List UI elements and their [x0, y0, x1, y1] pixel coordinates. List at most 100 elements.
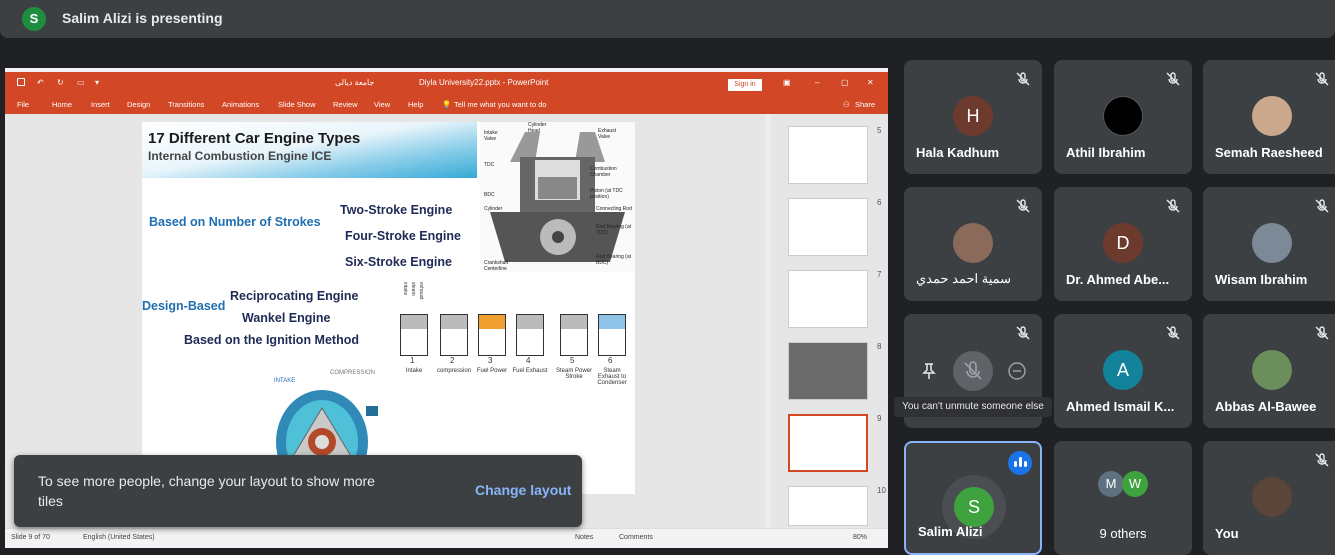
- mic-off-icon: [1315, 453, 1329, 467]
- stroke-number: 3: [488, 356, 493, 365]
- engine-label: TDC: [484, 162, 495, 168]
- slide-subtitle: Internal Combustion Engine ICE: [148, 149, 332, 163]
- six-stroke-diagram: intake steam exhaust 1 2 3 4 5 6 Intake …: [392, 280, 632, 390]
- participant-name: Athil Ibrahim: [1066, 145, 1146, 160]
- engine-label: Rod Bearing (at TDC): [596, 224, 632, 236]
- engine-label: Combustion Chamber: [590, 166, 617, 178]
- mic-off-icon: [1315, 72, 1329, 86]
- change-layout-button[interactable]: Change layout: [475, 482, 571, 498]
- save-icon[interactable]: [17, 78, 25, 86]
- status-bar: Slide 9 of 70 English (United States) No…: [5, 528, 888, 548]
- avatar: S: [954, 487, 994, 527]
- slide-thumbnails: 5 6 7 8 9 10: [771, 114, 888, 528]
- lightbulb-icon: 💡: [442, 100, 452, 109]
- participant-tile[interactable]: A Ahmed Ismail K...: [1054, 314, 1192, 428]
- pin-icon[interactable]: [916, 358, 942, 384]
- cylinder: [516, 314, 544, 356]
- mic-off-icon: [1016, 199, 1030, 213]
- participant-name: Semah Raesheed: [1215, 145, 1323, 160]
- cylinder: [598, 314, 626, 356]
- avatar: M: [1098, 471, 1124, 497]
- six-stroke-label: Six-Stroke Engine: [345, 255, 452, 269]
- participant-tile[interactable]: Athil Ibrahim: [1054, 60, 1192, 174]
- tab-review[interactable]: Review: [333, 100, 358, 109]
- slide-thumbnail-selected[interactable]: [788, 414, 868, 472]
- mic-off-icon: [1315, 326, 1329, 340]
- maximize-icon[interactable]: ▢: [841, 78, 849, 87]
- mute-participant-button[interactable]: [953, 351, 993, 391]
- participant-name: You: [1215, 526, 1239, 541]
- participant-tile[interactable]: H Hala Kadhum: [904, 60, 1042, 174]
- avatar: H: [953, 96, 993, 136]
- redo-icon[interactable]: ↻: [57, 78, 64, 87]
- two-stroke-label: Two-Stroke Engine: [340, 203, 453, 217]
- notes-button[interactable]: Notes: [575, 534, 593, 541]
- thumbnail-number: 9: [877, 414, 882, 423]
- participant-tile[interactable]: سمية احمد حمدي: [904, 187, 1042, 301]
- tab-insert[interactable]: Insert: [91, 100, 110, 109]
- tab-file[interactable]: File: [17, 100, 29, 109]
- ribbon-options-icon[interactable]: ▣: [783, 78, 791, 87]
- avatar: [1103, 96, 1143, 136]
- slide-thumbnail[interactable]: [788, 486, 868, 526]
- slide-thumbnail[interactable]: [788, 126, 868, 184]
- customize-icon[interactable]: ▾: [95, 78, 99, 87]
- tab-home[interactable]: Home: [52, 100, 72, 109]
- comments-button[interactable]: Comments: [619, 534, 653, 541]
- avatar: [1252, 477, 1292, 517]
- stroke-label: Fuel Power: [476, 368, 508, 374]
- tab-design[interactable]: Design: [127, 100, 150, 109]
- tab-view[interactable]: View: [374, 100, 390, 109]
- avatar: S: [22, 7, 46, 31]
- slide-thumbnail[interactable]: [788, 270, 868, 328]
- tell-me-box[interactable]: Tell me what you want to do: [454, 100, 547, 109]
- presenting-label: Salim Alizi is presenting: [62, 10, 223, 26]
- participant-tile[interactable]: D Dr. Ahmed Abe...: [1054, 187, 1192, 301]
- tab-slide-show[interactable]: Slide Show: [278, 100, 316, 109]
- ignition-heading: Based on the Ignition Method: [184, 333, 359, 347]
- wankel-intake-label: INTAKE: [274, 378, 296, 384]
- tab-transitions[interactable]: Transitions: [168, 100, 204, 109]
- language-status[interactable]: English (United States): [83, 534, 155, 541]
- avatar: [1252, 96, 1292, 136]
- engine-label: Rod Bearing (at BDC): [596, 254, 632, 266]
- remove-icon[interactable]: [1004, 358, 1030, 384]
- zoom-level[interactable]: 80%: [853, 534, 867, 541]
- participant-tile-speaking[interactable]: S Salim Alizi: [904, 441, 1042, 555]
- participant-tile[interactable]: Semah Raesheed: [1203, 60, 1335, 174]
- slide-thumbnail[interactable]: [788, 342, 868, 400]
- participant-name: Salim Alizi: [918, 524, 983, 539]
- slide-count: Slide 9 of 70: [11, 534, 50, 541]
- minimize-icon[interactable]: –: [815, 78, 819, 87]
- strokes-heading: Based on Number of Strokes: [149, 215, 321, 229]
- participant-name: Ahmed Ismail K...: [1066, 399, 1175, 414]
- engine-diagram: Intake Valve Cylinder Head Exhaust Valve…: [480, 122, 635, 272]
- design-based-heading: Design-Based: [142, 299, 226, 313]
- undo-icon[interactable]: ↶: [37, 78, 44, 87]
- mic-off-icon: [1166, 326, 1180, 340]
- sign-in-button[interactable]: Sign in: [728, 79, 762, 91]
- valve-label: exhaust: [418, 282, 424, 300]
- wankel-label: Wankel Engine: [242, 311, 331, 325]
- mic-off-icon: [1016, 72, 1030, 86]
- close-icon[interactable]: ✕: [867, 78, 874, 87]
- slide-thumbnail[interactable]: [788, 198, 868, 256]
- thumbnail-number: 10: [877, 486, 886, 495]
- reciprocating-label: Reciprocating Engine: [230, 289, 359, 303]
- stroke-number: 2: [450, 356, 455, 365]
- engine-label: Crankshaft Centerline: [484, 260, 509, 272]
- engine-label: Cylinder: [484, 206, 503, 212]
- tab-help[interactable]: Help: [408, 100, 423, 109]
- avatar: D: [1103, 223, 1143, 263]
- participant-tile[interactable]: Wisam Ibrahim: [1203, 187, 1335, 301]
- cylinder: [400, 314, 428, 356]
- others-tile[interactable]: M W 9 others: [1054, 441, 1192, 555]
- participant-name: Abbas Al-Bawee: [1215, 399, 1317, 414]
- engine-label: Connecting Rod: [596, 206, 632, 212]
- self-tile[interactable]: You: [1203, 441, 1335, 555]
- participant-tile[interactable]: Abbas Al-Bawee: [1203, 314, 1335, 428]
- present-icon[interactable]: ▭: [77, 78, 85, 87]
- tab-animations[interactable]: Animations: [222, 100, 259, 109]
- avatar: [953, 223, 993, 263]
- share-button[interactable]: Share: [855, 100, 875, 109]
